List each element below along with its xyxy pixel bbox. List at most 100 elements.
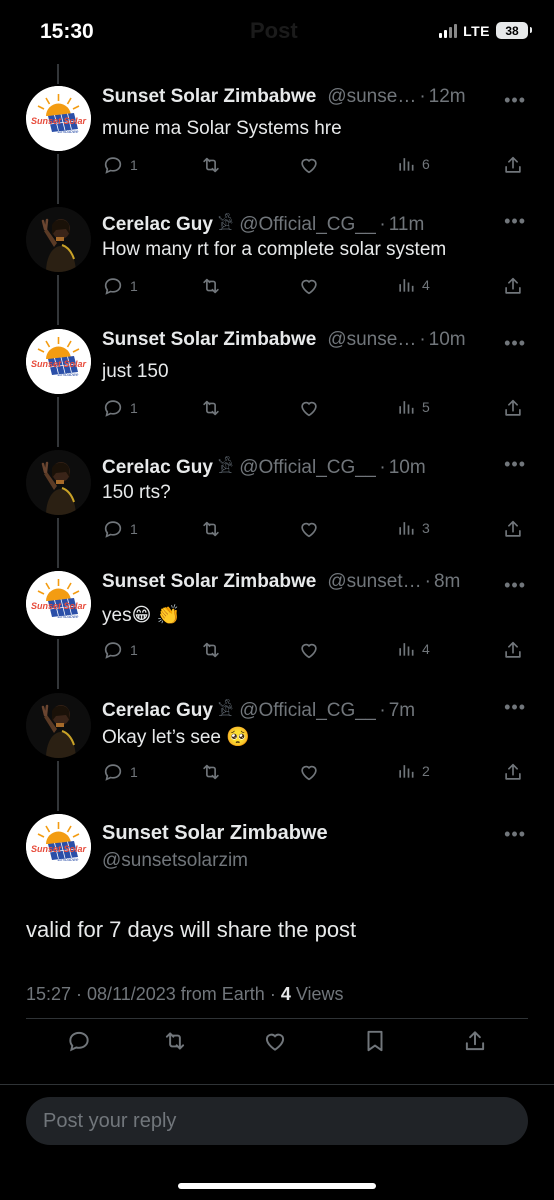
views-count: 4 [422, 277, 430, 293]
repost-button[interactable] [200, 761, 222, 783]
reply-button[interactable]: 1 [102, 275, 138, 297]
more-icon[interactable]: ••• [504, 575, 526, 596]
share-button[interactable] [502, 397, 524, 419]
views-button[interactable]: 3 [396, 518, 430, 538]
svg-text:Sunset Solar: Sunset Solar [31, 844, 87, 854]
share-button[interactable] [502, 518, 524, 540]
author-name[interactable]: Sunset Solar Zimbabwe [102, 86, 316, 108]
separator-dot: · [419, 329, 426, 350]
reply-header: Cerelac Guy 𓀀 @Official_CG__ · 10m [102, 450, 524, 479]
share-button[interactable] [502, 639, 524, 661]
avatar[interactable] [26, 450, 91, 515]
reply-button[interactable]: 1 [102, 154, 138, 176]
reply-tweet[interactable]: Sunset Solar Zimbabwe Sunset Solar Zimbab… [0, 329, 554, 450]
more-icon[interactable]: ••• [504, 824, 526, 845]
share-button[interactable] [502, 275, 524, 297]
author-handle[interactable]: @sunsetsolarzim [102, 850, 248, 872]
repost-button[interactable] [200, 154, 222, 176]
author-name[interactable]: Sunset Solar Zimbabwe [102, 571, 316, 593]
avatar[interactable] [26, 207, 91, 272]
more-icon[interactable]: ••• [504, 333, 526, 354]
reply-count: 1 [130, 764, 138, 780]
reply-text: just 150 [102, 361, 169, 382]
more-icon[interactable]: ••• [504, 697, 526, 718]
author-name[interactable]: Cerelac Guy [102, 214, 213, 236]
reply-actions: 1 4 [102, 275, 526, 299]
reply-tweet[interactable]: Cerelac Guy 𓀀 @Official_CG__ · 10m ••• 1… [0, 450, 554, 571]
reply-actions: 1 3 [102, 518, 526, 542]
more-icon[interactable]: ••• [504, 454, 526, 475]
repost-button[interactable] [200, 275, 222, 297]
author-name[interactable]: Sunset Solar Zimbabwe [102, 822, 328, 845]
avatar[interactable]: Sunset Solar Zimbabwe [26, 86, 91, 151]
reply-actions: 1 2 [102, 761, 526, 785]
reply-tweet[interactable]: Cerelac Guy 𓀀 @Official_CG__ · 11m ••• H… [0, 207, 554, 328]
avatar[interactable]: Sunset Solar Zimbabwe [26, 814, 91, 879]
svg-text:Zimbabwe: Zimbabwe [57, 129, 79, 134]
like-icon [301, 765, 317, 781]
like-button[interactable] [298, 397, 320, 419]
reply-button[interactable]: 1 [102, 518, 138, 540]
name-emoji: 𓀀 [217, 701, 234, 720]
author-handle[interactable]: @Official_CG__ [239, 700, 376, 722]
repost-button[interactable] [200, 518, 222, 540]
reply-input[interactable]: Post your reply [26, 1097, 528, 1145]
reply-bar: Post your reply [0, 1084, 554, 1200]
more-icon[interactable]: ••• [504, 90, 526, 111]
repost-button[interactable] [200, 397, 222, 419]
more-icon[interactable]: ••• [504, 211, 526, 232]
reply-text: 150 rts? [102, 482, 171, 503]
author-name[interactable]: Sunset Solar Zimbabwe [102, 329, 316, 351]
share-icon [505, 520, 521, 537]
reply-button[interactable]: 1 [102, 397, 138, 419]
separator-dot: · [379, 457, 386, 478]
repost-icon [203, 157, 219, 173]
views-button[interactable]: 5 [396, 397, 430, 417]
author-handle[interactable]: @sunse… [327, 86, 416, 108]
reply-tweet[interactable]: Sunset Solar Zimbabwe Sunset Solar Zimbab… [0, 571, 554, 692]
reply-button[interactable]: 1 [102, 639, 138, 661]
author-handle[interactable]: @sunse… [327, 329, 416, 351]
reply-count: 1 [130, 278, 138, 294]
reply-button[interactable] [66, 1028, 92, 1054]
avatar[interactable] [26, 693, 91, 758]
views-button[interactable]: 6 [396, 154, 430, 174]
reply-icon [104, 642, 122, 659]
reply-tweet[interactable]: Sunset Solar Zimbabwe Sunset Solar Zimbab… [0, 86, 554, 207]
thread-line [57, 761, 59, 811]
repost-button[interactable] [162, 1028, 188, 1054]
views-count[interactable]: 4 [281, 984, 291, 1004]
author-name[interactable]: Cerelac Guy [102, 457, 213, 479]
avatar[interactable]: Sunset Solar Zimbabwe [26, 329, 91, 394]
thread-line [57, 154, 59, 204]
reply-header: Sunset Solar Zimbabwe @sunset… · 8m [102, 571, 524, 593]
author-handle[interactable]: @Official_CG__ [239, 214, 376, 236]
author-name[interactable]: Cerelac Guy [102, 700, 213, 722]
like-button[interactable] [298, 639, 320, 661]
home-indicator[interactable] [178, 1183, 376, 1189]
share-icon [462, 1028, 488, 1054]
avatar[interactable]: Sunset Solar Zimbabwe [26, 571, 91, 636]
share-button[interactable] [462, 1028, 488, 1054]
views-button[interactable]: 4 [396, 275, 430, 295]
repost-button[interactable] [200, 639, 222, 661]
reply-tweet[interactable]: Cerelac Guy 𓀀 @Official_CG__ · 7m ••• Ok… [0, 693, 554, 814]
like-button[interactable] [298, 275, 320, 297]
views-button[interactable]: 4 [396, 639, 430, 659]
bookmark-button[interactable] [362, 1028, 388, 1054]
views-icon [399, 279, 414, 292]
author-handle[interactable]: @Official_CG__ [239, 457, 376, 479]
separator-dot: · [379, 700, 386, 721]
author-handle[interactable]: @sunset… [327, 571, 421, 593]
like-button[interactable] [298, 154, 320, 176]
reply-icon [66, 1028, 92, 1054]
share-button[interactable] [502, 154, 524, 176]
views-button[interactable]: 2 [396, 761, 430, 781]
like-button[interactable] [298, 518, 320, 540]
header-title: Post [250, 18, 298, 43]
thread-line [57, 64, 59, 84]
share-button[interactable] [502, 761, 524, 783]
reply-button[interactable]: 1 [102, 761, 138, 783]
like-button[interactable] [298, 761, 320, 783]
like-button[interactable] [262, 1028, 288, 1054]
